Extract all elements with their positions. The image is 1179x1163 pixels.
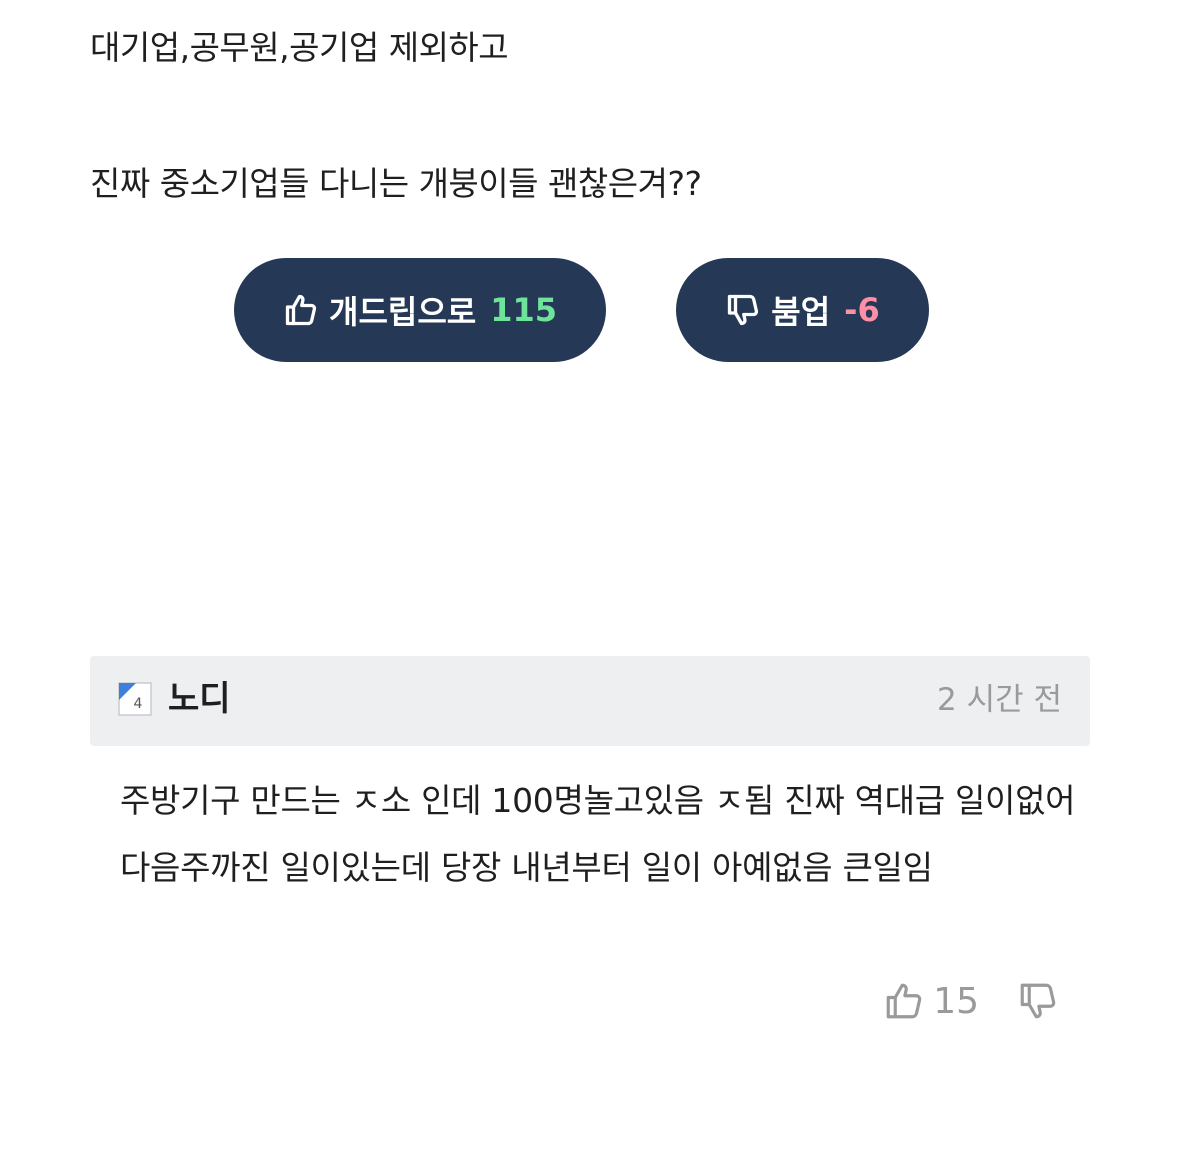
post-text-line-1: 대기업,공무원,공기업 제외하고 — [90, 28, 509, 67]
thumbs-up-icon — [886, 983, 922, 1019]
post-text-line-2: 진짜 중소기업들 다니는 개붕이들 괜찮은겨?? — [90, 164, 702, 203]
upvote-button[interactable]: 개드립으로 115 — [234, 258, 606, 362]
thumbs-down-icon — [725, 292, 761, 328]
comment-body: 주방기구 만드는 ㅈ소 인데 100명놀고있음 ㅈ됨 진짜 역대급 일이없어 다… — [120, 781, 1076, 887]
downvote-count: -6 — [844, 291, 880, 329]
thumbs-down-icon — [1020, 983, 1056, 1019]
comment-dislike-button[interactable] — [1017, 980, 1059, 1022]
downvote-label: 붐업 — [771, 293, 831, 331]
downvote-button[interactable]: 붐업 -6 — [676, 258, 929, 362]
level-badge-number: 4 — [134, 696, 143, 712]
comment-author[interactable]: 노디 — [168, 676, 231, 722]
thumbs-up-icon — [283, 292, 319, 328]
upvote-label: 개드립으로 — [329, 293, 477, 331]
upvote-count: 115 — [490, 291, 557, 329]
comment-actions: 15 — [883, 980, 1059, 1022]
level-badge-icon: 4 — [118, 682, 152, 716]
comment-like-count: 15 — [933, 980, 979, 1022]
comment-time: 2 시간 전 — [937, 682, 1062, 718]
comment-header: 4 노디 2 시간 전 — [90, 656, 1090, 746]
comment-like-button[interactable] — [883, 980, 925, 1022]
